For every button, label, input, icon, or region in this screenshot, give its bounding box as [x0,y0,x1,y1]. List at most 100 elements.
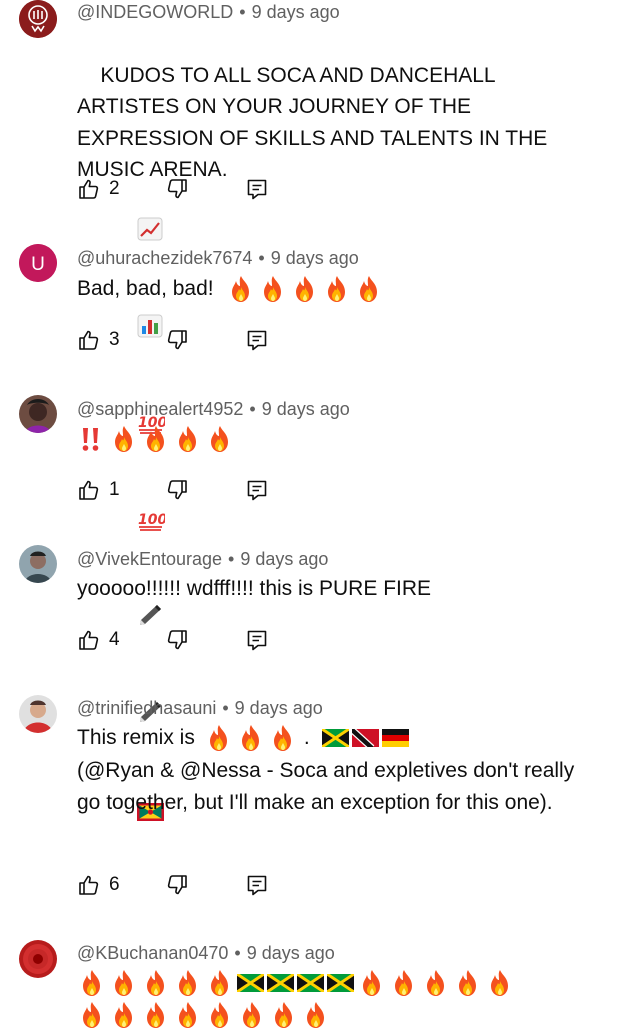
fire-icon [205,1000,235,1030]
jamaica-flag-icon [267,974,294,992]
dislike-button[interactable] [165,328,245,352]
comment-meta: @KBuchanan0470 • 9 days ago [77,942,335,964]
fire-icon [141,424,171,454]
reply-button[interactable] [245,478,269,502]
avatar[interactable] [19,940,57,978]
comment-time[interactable]: 9 days ago [271,248,359,268]
comment-author[interactable]: @INDEGOWORLD [77,2,233,22]
fire-icon [354,274,384,304]
reply-button[interactable] [245,873,269,897]
fire-icon [453,968,483,998]
reply-icon [245,177,269,201]
jamaica-flag-icon [327,974,354,992]
comment-time[interactable]: 9 days ago [247,943,335,963]
fire-icon [226,274,256,304]
comment-time[interactable]: 9 days ago [235,698,323,718]
comment-author[interactable]: @sapphinealert4952 [77,399,243,419]
fire-icon [173,1000,203,1030]
flower-photo-icon [19,940,57,978]
comment: @trinifiedhasauni • 9 days ago This remix … [0,695,617,910]
fire-icon [237,1000,267,1030]
avatar-letter: U [31,254,45,275]
comment-actions: 1 [77,477,269,503]
double-exclamation-icon [82,428,99,451]
fire-icon [485,968,515,998]
avatar[interactable] [19,695,57,733]
dislike-button[interactable] [165,873,245,897]
user-photo-icon [19,695,57,733]
thumbs-up-icon [77,873,101,897]
comment-actions: 2 [77,176,269,202]
thumbs-up-icon [77,177,101,201]
avatar[interactable]: U [19,244,57,282]
comment-meta: @VivekEntourage • 9 days ago [77,548,328,570]
comment-meta: @INDEGOWORLD • 9 days ago [77,1,340,23]
avatar[interactable] [19,0,57,38]
dislike-button[interactable] [165,628,245,652]
meta-separator: • [228,549,235,569]
reply-button[interactable] [245,328,269,352]
reply-icon [245,873,269,897]
fire-icon [290,274,320,304]
fire-icon [389,968,419,998]
reply-button[interactable] [245,628,269,652]
reply-button[interactable] [245,177,269,201]
comment: @sapphinealert4952 • 9 days ago 1 [0,395,617,515]
jamaica-flag-icon [322,729,349,747]
meta-separator: • [234,943,241,963]
germany-flag-icon [382,729,409,747]
like-button[interactable]: 4 [77,628,165,652]
comment-time[interactable]: 9 days ago [252,2,340,22]
comment-text [77,424,237,454]
thumbs-down-icon [165,628,189,652]
fire-icon [109,1000,139,1030]
like-count: 6 [109,874,120,895]
fire-icon [204,723,234,753]
dislike-button[interactable] [165,478,245,502]
reply-icon [245,328,269,352]
avatar-letter-icon: U [19,244,57,282]
comment-text-line2 [77,1000,333,1030]
fire-icon [109,968,139,998]
fire-icon [173,424,203,454]
comment-author[interactable]: @uhurachezidek7674 [77,248,252,268]
like-count: 3 [109,329,120,350]
comment: U @uhurachezidek7674 • 9 days ago Bad, bad… [0,244,617,364]
comment-actions: 6 [77,872,269,898]
meta-separator: • [239,2,246,22]
indegoworld-logo-icon [19,0,57,38]
thumbs-down-icon [165,478,189,502]
like-button[interactable]: 3 [77,328,165,352]
like-button[interactable]: 6 [77,873,165,897]
fire-icon [258,274,288,304]
trinidad-flag-icon [352,729,379,747]
fire-icon [141,968,171,998]
comment-text-content: This remix is [77,726,195,749]
comment-text: (@Ryan & @Nessa - Soca and expletives do… [77,759,581,814]
comment-author[interactable]: @VivekEntourage [77,549,222,569]
avatar[interactable] [19,395,57,433]
fire-icon [205,424,235,454]
fire-icon [141,1000,171,1030]
comment-actions: 3 [77,327,269,353]
comment-text: yooooo!!!!!! wdfff!!!! this is PURE FIRE [77,577,432,600]
comment-meta: @sapphinealert4952 • 9 days ago [77,398,350,420]
like-button[interactable]: 1 [77,478,165,502]
fire-icon [268,723,298,753]
meta-separator: • [222,698,229,718]
dislike-button[interactable] [165,177,245,201]
jamaica-flag-icon [297,974,324,992]
fire-icon [269,1000,299,1030]
fire-icon [77,1000,107,1030]
thumbs-up-icon [77,478,101,502]
avatar[interactable] [19,545,57,583]
comment-time[interactable]: 9 days ago [262,399,350,419]
comment-author[interactable]: @trinifiedhasauni [77,698,216,718]
like-button[interactable]: 2 [77,177,165,201]
comment-time[interactable]: 9 days ago [240,549,328,569]
comment-author[interactable]: @KBuchanan0470 [77,943,228,963]
user-photo-icon [19,395,57,433]
like-count: 2 [109,178,120,199]
comment-meta: @uhurachezidek7674 • 9 days ago [77,247,359,269]
fire-icon [173,968,203,998]
